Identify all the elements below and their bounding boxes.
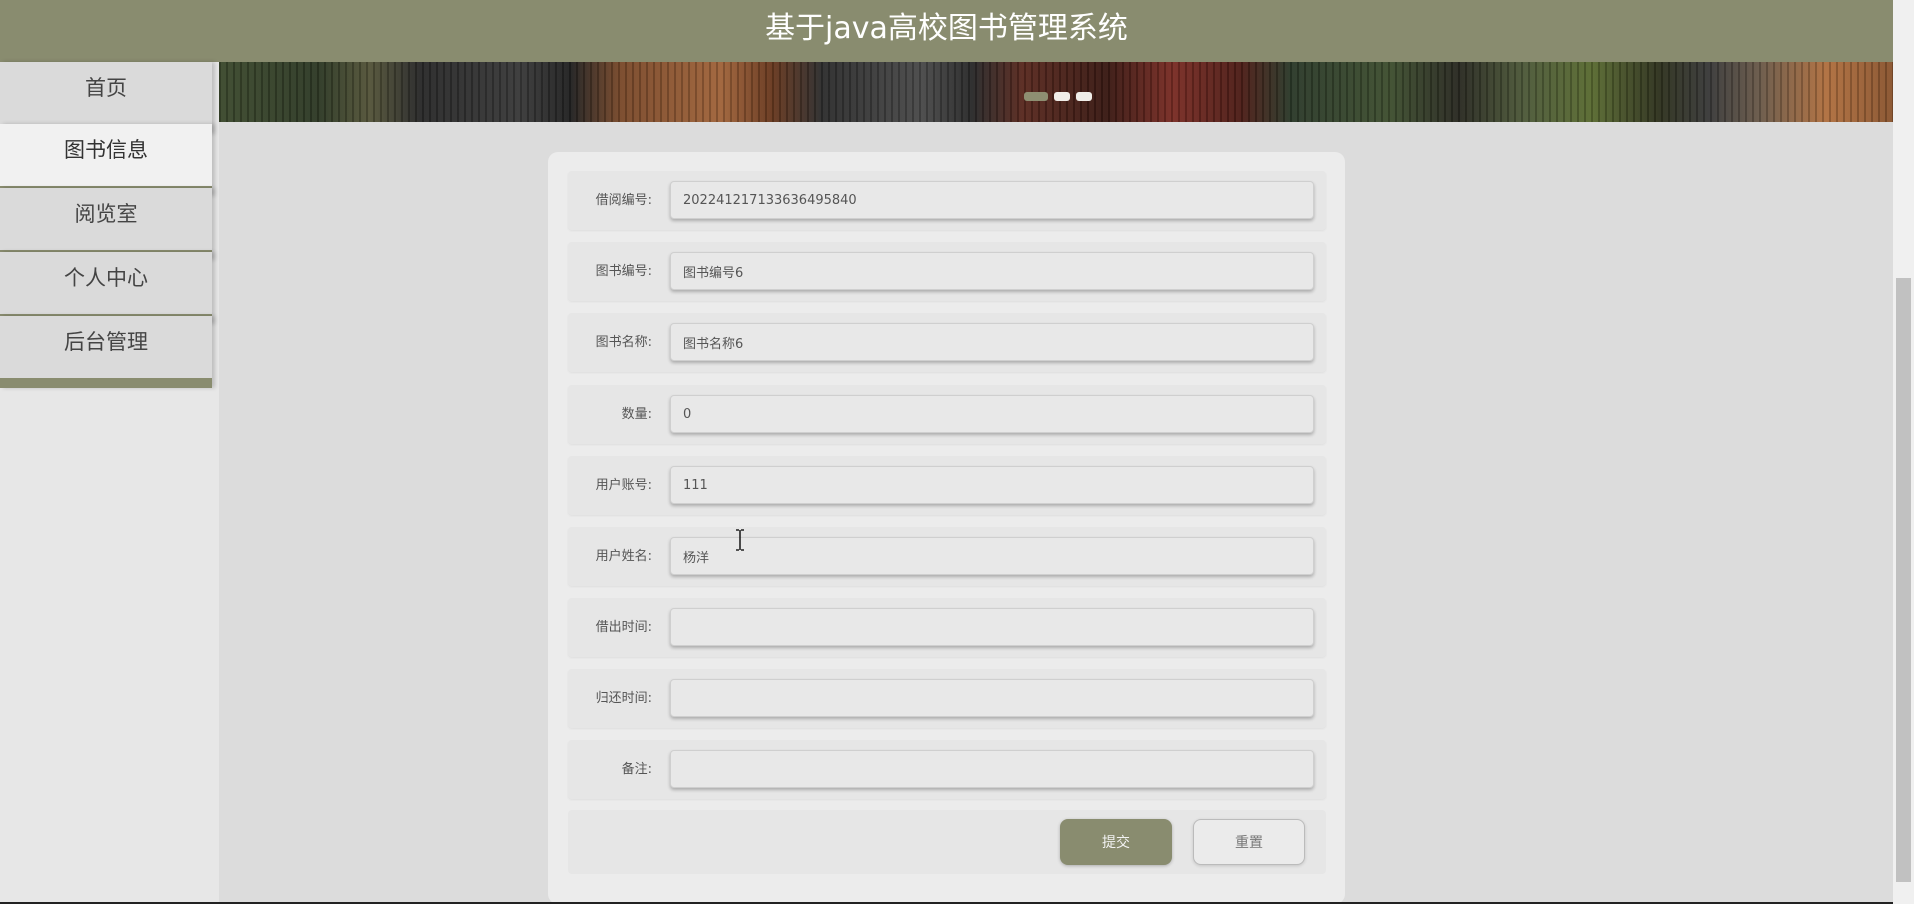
nav-item-reading-room[interactable]: 阅览室 <box>0 188 212 260</box>
form-row-book-name: 图书名称: <box>568 313 1326 372</box>
scrollbar-thumb[interactable] <box>1896 278 1911 882</box>
submit-button[interactable]: 提交 <box>1060 819 1172 865</box>
book-name-label: 图书名称: <box>595 335 652 350</box>
remark-input[interactable] <box>670 750 1314 788</box>
banner-carousel <box>219 62 1893 122</box>
user-account-input[interactable] <box>670 466 1314 504</box>
form-row-return-time: 归还时间: <box>568 669 1326 728</box>
form-row-remark: 备注: <box>568 740 1326 799</box>
form-actions: 提交 重置 <box>568 810 1326 874</box>
borrow-no-input[interactable] <box>670 181 1314 219</box>
form-row-quantity: 数量: <box>568 385 1326 444</box>
page-scrollbar[interactable] <box>1893 0 1914 904</box>
form-row-user-name: 用户姓名: <box>568 527 1326 586</box>
form-row-borrow-no: 借阅编号: <box>568 171 1326 230</box>
nav-item-admin[interactable]: 后台管理 <box>0 316 212 388</box>
quantity-label: 数量: <box>621 407 652 422</box>
sidebar-nav: 首页 图书信息 阅览室 个人中心 后台管理 <box>0 62 219 904</box>
book-no-label: 图书编号: <box>595 264 652 279</box>
return-time-label: 归还时间: <box>595 691 652 706</box>
book-name-input[interactable] <box>670 323 1314 361</box>
user-name-label: 用户姓名: <box>595 549 652 564</box>
page-header: 基于java高校图书管理系统 <box>0 0 1893 62</box>
borrow-no-label: 借阅编号: <box>595 193 652 208</box>
form-row-user-account: 用户账号: <box>568 456 1326 515</box>
site-title: 基于java高校图书管理系统 <box>765 11 1128 46</box>
reset-button[interactable]: 重置 <box>1193 819 1305 865</box>
carousel-dot-3[interactable] <box>1076 92 1092 101</box>
carousel-dot-1[interactable] <box>1024 92 1048 101</box>
borrow-time-input[interactable] <box>670 608 1314 646</box>
user-name-input[interactable] <box>670 537 1314 575</box>
form-row-borrow-time: 借出时间: <box>568 598 1326 657</box>
text-cursor-icon <box>736 529 744 551</box>
remark-label: 备注: <box>621 762 652 777</box>
nav-item-book-info[interactable]: 图书信息 <box>0 124 212 196</box>
nav-item-personal-center[interactable]: 个人中心 <box>0 252 212 324</box>
carousel-dot-2[interactable] <box>1054 92 1070 101</box>
book-no-input[interactable] <box>670 252 1314 290</box>
form-row-book-no: 图书编号: <box>568 242 1326 301</box>
return-time-input[interactable] <box>670 679 1314 717</box>
quantity-input[interactable] <box>670 395 1314 433</box>
user-account-label: 用户账号: <box>595 478 652 493</box>
borrow-time-label: 借出时间: <box>595 620 652 635</box>
